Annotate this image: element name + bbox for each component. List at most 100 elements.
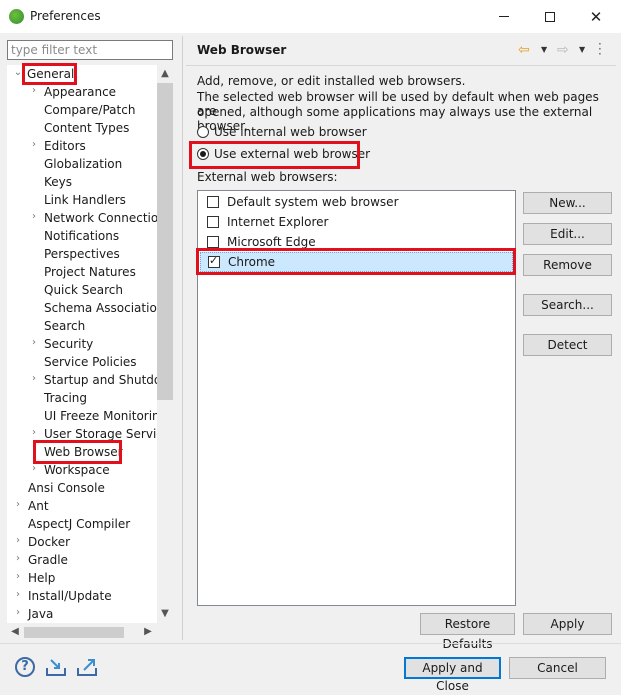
checkbox-icon[interactable]	[207, 236, 219, 248]
tree-item-link-handlers[interactable]: Link Handlers	[44, 191, 126, 209]
close-button[interactable]: ✕	[573, 0, 619, 33]
tree-item-help[interactable]: Help	[28, 569, 55, 587]
tree-item-startup-shutdown[interactable]: Startup and Shutdown	[44, 371, 173, 389]
remove-button[interactable]: Remove	[523, 254, 612, 276]
tree-item-appearance[interactable]: Appearance	[44, 83, 116, 101]
description-line-1: Add, remove, or edit installed web brows…	[197, 74, 466, 88]
tree-item-web-browser[interactable]: Web Browser	[44, 443, 123, 461]
maximize-icon	[545, 11, 555, 22]
scroll-up-icon[interactable]: ▲	[157, 65, 173, 83]
browser-name: Default system web browser	[227, 195, 399, 209]
chevron-right-icon[interactable]: ›	[29, 427, 39, 438]
checkbox-icon[interactable]	[207, 196, 219, 208]
preference-tree: ⌄ General › Appearance Compare/Patch Con…	[7, 65, 173, 623]
chevron-right-icon[interactable]: ›	[29, 85, 39, 96]
tree-item-content-types[interactable]: Content Types	[44, 119, 129, 137]
new-button[interactable]: New...	[523, 192, 612, 214]
scroll-left-icon[interactable]: ◀	[7, 623, 23, 640]
export-icon[interactable]	[76, 657, 98, 677]
browser-name: Internet Explorer	[227, 215, 329, 229]
browser-row-internet-explorer[interactable]: Internet Explorer	[200, 212, 513, 232]
back-menu-icon[interactable]: ▼	[541, 45, 547, 54]
browser-list: Default system web browser Internet Expl…	[197, 190, 516, 606]
search-button[interactable]: Search...	[523, 294, 612, 316]
tree-item-ansi-console[interactable]: Ansi Console	[28, 479, 105, 497]
view-menu-icon[interactable]: · · ·	[598, 38, 604, 60]
chevron-right-icon[interactable]: ›	[13, 499, 23, 510]
tree-item-network-connections[interactable]: Network Connections	[44, 209, 172, 227]
tree-item-user-storage-service[interactable]: User Storage Service	[44, 425, 170, 443]
tree-item-docker[interactable]: Docker	[28, 533, 70, 551]
scroll-down-icon[interactable]: ▼	[157, 605, 173, 623]
tree-item-general[interactable]: General	[27, 65, 74, 83]
back-arrow-icon[interactable]: ⇦	[518, 42, 530, 58]
chevron-right-icon[interactable]: ›	[13, 535, 23, 546]
filter-input[interactable]	[7, 40, 173, 60]
browser-name: Chrome	[228, 255, 276, 269]
chevron-right-icon[interactable]: ›	[29, 373, 39, 384]
tree-item-quick-search[interactable]: Quick Search	[44, 281, 123, 299]
tree-item-workspace[interactable]: Workspace	[44, 461, 110, 479]
tree-item-service-policies[interactable]: Service Policies	[44, 353, 137, 371]
tree-item-perspectives[interactable]: Perspectives	[44, 245, 120, 263]
checkbox-checked-icon[interactable]	[208, 254, 220, 268]
cancel-button[interactable]: Cancel	[509, 657, 606, 679]
edit-button[interactable]: Edit...	[523, 223, 612, 245]
tree-item-aspectj-compiler[interactable]: AspectJ Compiler	[28, 515, 130, 533]
tree-hscroll-thumb[interactable]	[24, 627, 124, 638]
tree-item-project-natures[interactable]: Project Natures	[44, 263, 136, 281]
minimize-button[interactable]	[481, 0, 527, 33]
scroll-right-icon[interactable]: ▶	[140, 623, 156, 640]
radio-selected-icon[interactable]	[197, 148, 209, 160]
tree-item-ui-freeze-monitoring[interactable]: UI Freeze Monitoring	[44, 407, 167, 425]
tree-item-globalization[interactable]: Globalization	[44, 155, 122, 173]
tree-item-compare-patch[interactable]: Compare/Patch	[44, 101, 135, 119]
restore-defaults-button[interactable]: Restore Defaults	[420, 613, 515, 651]
tree-item-gradle[interactable]: Gradle	[28, 551, 68, 569]
tree-item-notifications[interactable]: Notifications	[44, 227, 119, 245]
tree-item-install-update[interactable]: Install/Update	[28, 587, 112, 605]
chevron-down-icon[interactable]: ⌄	[13, 67, 23, 78]
export-icon-graphic	[77, 659, 97, 676]
external-browser-radio[interactable]: Use external web browser	[197, 147, 370, 161]
maximize-button[interactable]	[527, 0, 573, 33]
tree-scroll-thumb[interactable]	[157, 83, 173, 400]
tree-item-ant[interactable]: Ant	[28, 497, 49, 515]
browser-name: Microsoft Edge	[227, 235, 316, 249]
tree-item-search[interactable]: Search	[44, 317, 85, 335]
chevron-right-icon[interactable]: ›	[29, 337, 39, 348]
help-icon[interactable]: ?	[15, 657, 35, 677]
import-icon[interactable]	[45, 657, 67, 677]
chevron-right-icon[interactable]: ›	[29, 211, 39, 222]
chevron-right-icon[interactable]: ›	[13, 607, 23, 618]
browser-row-chrome[interactable]: Chrome	[200, 252, 513, 272]
forward-arrow-icon[interactable]: ⇨	[557, 42, 569, 58]
window-title: Preferences	[30, 9, 101, 23]
chevron-right-icon[interactable]: ›	[13, 553, 23, 564]
browser-row-microsoft-edge[interactable]: Microsoft Edge	[200, 232, 513, 252]
tree-item-java[interactable]: Java	[28, 605, 53, 623]
detect-button[interactable]: Detect	[523, 334, 612, 356]
apply-button[interactable]: Apply	[523, 613, 612, 635]
chevron-right-icon[interactable]: ›	[29, 463, 39, 474]
external-browser-label: Use external web browser	[214, 147, 371, 161]
tree-item-schema-associations[interactable]: Schema Associations	[44, 299, 171, 317]
bottom-divider	[0, 643, 621, 644]
header-divider	[186, 65, 616, 66]
tree-item-security[interactable]: Security	[44, 335, 93, 353]
chevron-right-icon[interactable]: ›	[29, 139, 39, 150]
radio-icon[interactable]	[197, 126, 209, 138]
chevron-right-icon[interactable]: ›	[13, 571, 23, 582]
tree-item-tracing[interactable]: Tracing	[44, 389, 87, 407]
tree-item-editors[interactable]: Editors	[44, 137, 86, 155]
forward-menu-icon[interactable]: ▼	[579, 45, 585, 54]
minimize-icon	[499, 16, 509, 17]
tree-item-keys[interactable]: Keys	[44, 173, 72, 191]
internal-browser-radio[interactable]: Use internal web browser	[197, 125, 367, 139]
pane-splitter[interactable]	[182, 36, 183, 640]
browser-row-default-system[interactable]: Default system web browser	[200, 192, 513, 212]
import-icon-graphic	[46, 659, 66, 676]
chevron-right-icon[interactable]: ›	[13, 589, 23, 600]
apply-and-close-button[interactable]: Apply and Close	[404, 657, 501, 693]
checkbox-icon[interactable]	[207, 216, 219, 228]
